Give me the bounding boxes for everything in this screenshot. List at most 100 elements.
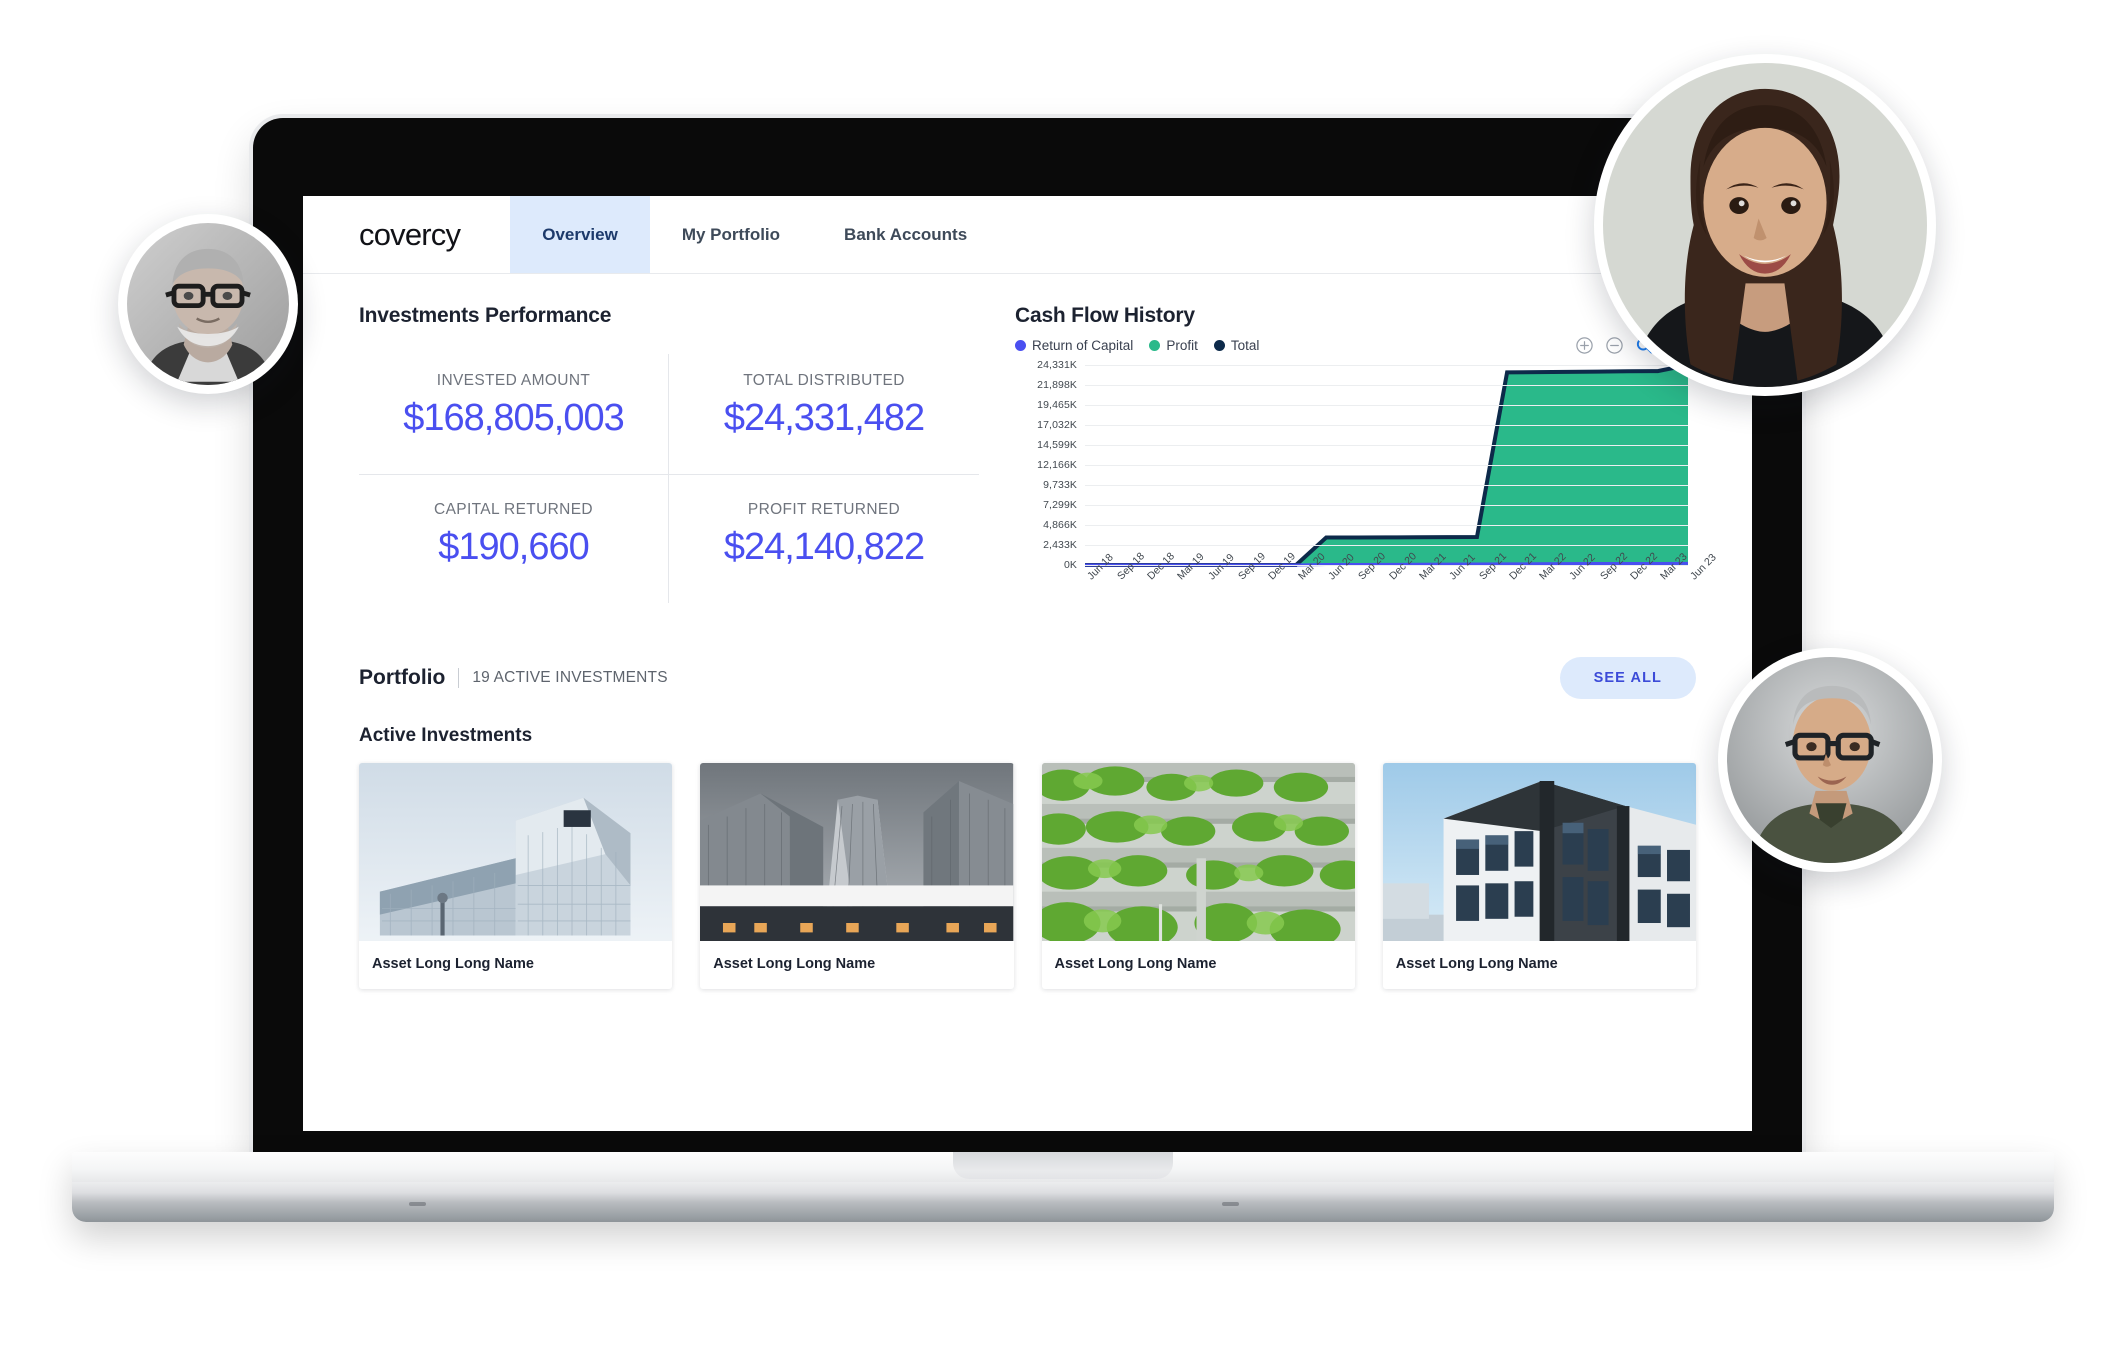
chart-gridline <box>1085 424 1688 426</box>
avatar-man-left <box>118 214 298 394</box>
legend-label-profit: Profit <box>1166 338 1198 353</box>
legend-item-total[interactable]: Total <box>1213 338 1260 353</box>
asset-thumbnail <box>700 763 1014 941</box>
covercy-app: covercy Overview My Portfolio Bank Accou… <box>303 196 1752 1131</box>
laptop-base <box>72 1152 2054 1222</box>
chart-y-tick-label: 4,866K <box>1043 519 1077 531</box>
tab-bank-accounts-label: Bank Accounts <box>844 224 968 244</box>
zoom-out-icon[interactable] <box>1605 336 1624 355</box>
tab-my-portfolio[interactable]: My Portfolio <box>650 196 812 273</box>
dashboard-top-row: Investments Performance INVESTED AMOUNT … <box>359 274 1719 617</box>
asset-name: Asset Long Long Name <box>713 956 876 972</box>
chart-y-tick-label: 21,898K <box>1037 378 1077 391</box>
laptop-screen: covercy Overview My Portfolio Bank Accou… <box>303 196 1752 1131</box>
cash-flow-history-title: Cash Flow History <box>1015 304 1195 327</box>
chart-y-tick-label: 19,465K <box>1037 398 1077 411</box>
investments-performance-panel: Investments Performance INVESTED AMOUNT … <box>359 304 979 615</box>
kpi-capital-returned-value: $190,660 <box>438 526 590 568</box>
kpi-total-distributed: TOTAL DISTRIBUTED $24,331,482 <box>669 354 979 475</box>
chart-gridline <box>1085 484 1688 486</box>
glass-museum-building-image <box>359 763 673 941</box>
main-navigation: Overview My Portfolio Bank Accounts <box>510 196 999 273</box>
avatar-man-right-image <box>1727 657 1933 863</box>
avatar <box>1603 63 1927 387</box>
asset-card[interactable]: ASSET Asset Long Long Name <box>359 232 1752 989</box>
tab-overview[interactable]: Overview <box>510 196 650 273</box>
active-investments-title: Active Investments <box>359 725 533 746</box>
chart-gridline <box>1085 525 1688 526</box>
laptop-foot-dot <box>408 1202 426 1206</box>
portfolio-section: Portfolio 19 ACTIVE INVESTMENTS SEE ALL … <box>359 232 1752 989</box>
app-body: Investments Performance INVESTED AMOUNT … <box>303 232 1752 989</box>
portfolio-heading: Portfolio <box>359 666 446 689</box>
laptop-lid: covercy Overview My Portfolio Bank Accou… <box>253 118 1802 1158</box>
asset-card[interactable]: ASSET Asset Long Long Name <box>1382 232 1752 989</box>
kpi-profit-returned: PROFIT RETURNED $24,140,822 <box>669 475 979 603</box>
chart-y-tick-label: 14,599K <box>1037 438 1077 451</box>
laptop-base-top-edge <box>72 1152 2054 1182</box>
kpi-invested-amount-label: INVESTED AMOUNT <box>436 372 591 389</box>
skyscraper-upward-image <box>700 763 1014 941</box>
legend-dot-total <box>1213 340 1225 351</box>
avatar-man-left-image <box>127 223 289 385</box>
kpi-total-distributed-value: $24,331,482 <box>723 397 925 439</box>
kpi-capital-returned: CAPITAL RETURNED $190,660 <box>359 475 669 603</box>
active-investments-grid: ASSET Asset Long Long Name <box>359 232 1752 989</box>
asset-name: Asset Long Long Name <box>1054 956 1217 972</box>
tab-overview-label: Overview <box>542 224 618 244</box>
chart-gridline <box>1085 505 1688 506</box>
chart-y-tick-label: 7,299K <box>1043 499 1077 511</box>
legend-label-total: Total <box>1230 338 1260 353</box>
avatar-man-right <box>1718 648 1942 872</box>
asset-card[interactable]: ASSET Asset Long Long Name <box>1041 232 1752 989</box>
legend-item-return-of-capital[interactable]: Return of Capital <box>1015 338 1133 353</box>
covercy-logo[interactable]: covercy <box>303 196 510 273</box>
portfolio-divider <box>458 668 460 688</box>
avatar <box>1727 657 1933 863</box>
asset-thumbnail <box>1041 763 1355 941</box>
legend-label-return-of-capital: Return of Capital <box>1032 338 1134 353</box>
portfolio-header-bar: Portfolio 19 ACTIVE INVESTMENTS SEE ALL <box>359 657 1696 699</box>
asset-thumbnail <box>1382 763 1696 941</box>
legend-item-profit[interactable]: Profit <box>1149 338 1198 353</box>
investments-performance-title: Investments Performance <box>359 304 612 327</box>
kpi-capital-returned-label: CAPITAL RETURNED <box>434 501 593 518</box>
asset-name: Asset Long Long Name <box>372 956 534 972</box>
kpi-profit-returned-label: PROFIT RETURNED <box>747 501 901 518</box>
chart-gridline <box>1085 404 1688 406</box>
chart-y-tick-label: 24,331K <box>1037 359 1077 371</box>
chart-gridline <box>1085 365 1688 366</box>
kpi-grid: INVESTED AMOUNT $168,805,003 TOTAL DISTR… <box>359 354 979 603</box>
cash-flow-history-panel: Cash Flow History Return of Capital Prof… <box>979 304 1719 617</box>
see-all-button[interactable]: SEE ALL <box>1559 657 1696 699</box>
chart-gridline <box>1085 444 1688 446</box>
chart-y-tick-label: 17,032K <box>1037 418 1077 431</box>
cash-flow-chart[interactable]: 0K 2,433K 4,866K 7,299K 9,733K 12,166K 14,599K… <box>1015 359 1719 617</box>
chart-y-tick-label: 12,166K <box>1037 458 1077 471</box>
avatar-woman-top-image <box>1603 63 1927 387</box>
asset-thumbnail <box>359 763 673 941</box>
tab-my-portfolio-label: My Portfolio <box>681 224 781 244</box>
laptop-foot-dot <box>1221 1202 1239 1206</box>
legend-dot-profit <box>1149 340 1161 351</box>
modern-dark-apartment-image <box>1382 763 1696 941</box>
chart-y-tick-label: 2,433K <box>1043 539 1077 551</box>
laptop-trackpad-notch <box>953 1152 1173 1179</box>
chart-gridline <box>1085 464 1688 466</box>
chart-gridline <box>1085 384 1688 386</box>
kpi-total-distributed-label: TOTAL DISTRIBUTED <box>743 372 905 389</box>
green-terraced-building-image <box>1041 763 1355 941</box>
tab-bank-accounts[interactable]: Bank Accounts <box>812 196 999 273</box>
chart-y-tick-label: 0K <box>1063 559 1077 571</box>
chart-x-tick-label: Jun 23 <box>1688 551 1719 583</box>
kpi-profit-returned-value: $24,140,822 <box>723 526 925 568</box>
avatar <box>127 223 289 385</box>
portfolio-active-count: 19 ACTIVE INVESTMENTS <box>472 669 668 686</box>
zoom-in-icon[interactable] <box>1575 336 1594 355</box>
legend-dot-return-of-capital <box>1015 340 1026 351</box>
chart-x-axis: Jun 18 Sep 18 Dec 18 Mar 19 Jun 19 Sep 19 Dec … <box>1085 550 1719 617</box>
chart-y-tick-label: 9,733K <box>1043 478 1077 491</box>
app-header: covercy Overview My Portfolio Bank Accou… <box>303 196 1752 274</box>
asset-card[interactable]: ASSET Asset Long Long Name <box>700 232 1752 989</box>
kpi-invested-amount: INVESTED AMOUNT $168,805,003 <box>359 354 669 475</box>
